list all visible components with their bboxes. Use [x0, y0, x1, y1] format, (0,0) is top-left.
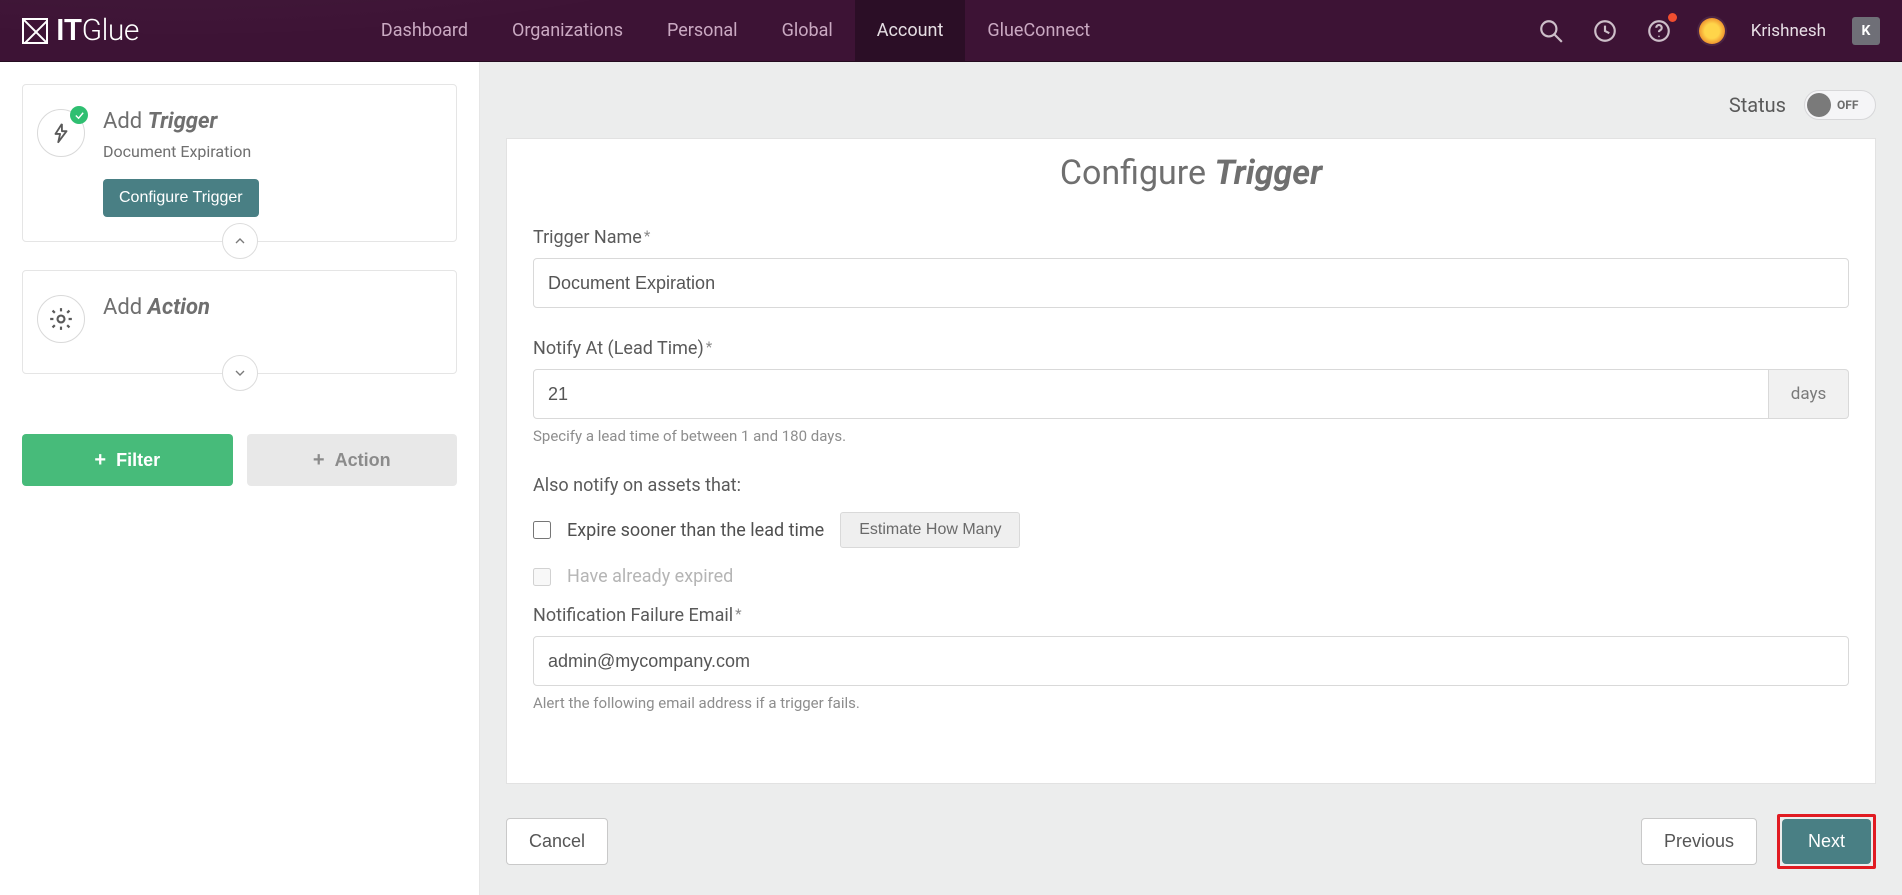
plus-icon: + — [313, 450, 325, 470]
status-toggle[interactable]: OFF — [1804, 90, 1876, 120]
lightning-icon — [50, 122, 72, 144]
trigger-name-input[interactable] — [533, 258, 1849, 308]
cancel-button[interactable]: Cancel — [506, 818, 608, 865]
trigger-step-title: Add Trigger — [103, 109, 434, 134]
nav-account[interactable]: Account — [855, 0, 966, 61]
add-filter-button[interactable]: + Filter — [22, 434, 233, 486]
action-step-title: Add Action — [103, 295, 434, 320]
action-step-card[interactable]: Add Action — [22, 270, 457, 374]
primary-nav: Dashboard Organizations Personal Global … — [359, 0, 1112, 61]
action-button-label: Action — [335, 450, 391, 471]
add-action-button: + Action — [247, 434, 458, 486]
panel-title: Configure Trigger — [533, 153, 1849, 193]
also-notify-label: Also notify on assets that: — [533, 475, 1849, 496]
collapse-trigger-icon[interactable] — [222, 223, 258, 259]
status-label: Status — [1729, 93, 1786, 117]
brand-name-b: Glue — [82, 13, 139, 48]
already-expired-checkbox — [533, 568, 551, 586]
trigger-step-icon-wrap — [37, 109, 85, 157]
footer-row: Cancel Previous Next — [506, 814, 1876, 869]
brand-name-a: IT — [56, 13, 82, 48]
already-expired-label: Have already expired — [567, 566, 733, 587]
workflow-sidebar: Add Trigger Document Expiration Configur… — [0, 62, 480, 895]
expire-sooner-checkbox[interactable] — [533, 521, 551, 539]
next-highlight: Next — [1777, 814, 1876, 869]
filter-button-label: Filter — [116, 450, 160, 471]
form-panel[interactable]: Configure Trigger Trigger Name Notify At… — [506, 138, 1876, 784]
plus-icon: + — [94, 450, 106, 470]
action-step-icon-wrap — [37, 295, 85, 343]
lead-time-unit: days — [1769, 369, 1849, 419]
status-row: Status OFF — [506, 90, 1876, 120]
nav-glueconnect[interactable]: GlueConnect — [965, 0, 1112, 61]
nav-global[interactable]: Global — [760, 0, 855, 61]
lead-time-label: Notify At (Lead Time) — [533, 338, 1849, 359]
nav-personal[interactable]: Personal — [645, 0, 760, 61]
expand-action-icon[interactable] — [222, 355, 258, 391]
search-icon[interactable] — [1537, 17, 1565, 45]
trigger-step-subtitle: Document Expiration — [103, 142, 434, 161]
lead-time-hint: Specify a lead time of between 1 and 180… — [533, 427, 1849, 445]
previous-button[interactable]: Previous — [1641, 818, 1757, 865]
topbar-right: Krishnesh K — [1537, 17, 1902, 45]
help-icon[interactable] — [1645, 17, 1673, 45]
gear-icon — [48, 306, 74, 332]
history-icon[interactable] — [1591, 17, 1619, 45]
toggle-label: OFF — [1837, 98, 1858, 112]
top-bar: ITGlue Dashboard Organizations Personal … — [0, 0, 1902, 62]
app-switcher-icon[interactable]: K — [1852, 17, 1880, 45]
fail-email-input[interactable] — [533, 636, 1849, 686]
brand-logo[interactable]: ITGlue — [22, 13, 139, 48]
nav-organizations[interactable]: Organizations — [490, 0, 645, 61]
content-area: Status OFF Configure Trigger Trigger Nam… — [480, 62, 1902, 895]
trigger-name-label: Trigger Name — [533, 227, 1849, 248]
next-button[interactable]: Next — [1782, 819, 1871, 864]
avatar[interactable] — [1699, 18, 1725, 44]
brand-mark-icon — [22, 18, 48, 44]
configure-trigger-button[interactable]: Configure Trigger — [103, 179, 259, 217]
trigger-step-card[interactable]: Add Trigger Document Expiration Configur… — [22, 84, 457, 242]
estimate-button[interactable]: Estimate How Many — [840, 512, 1020, 548]
step-complete-check-icon — [70, 106, 88, 124]
expire-sooner-label: Expire sooner than the lead time — [567, 520, 824, 541]
user-name[interactable]: Krishnesh — [1751, 21, 1826, 41]
toggle-knob-icon — [1807, 93, 1831, 117]
lead-time-input[interactable] — [533, 369, 1769, 419]
nav-dashboard[interactable]: Dashboard — [359, 0, 490, 61]
fail-email-hint: Alert the following email address if a t… — [533, 694, 1849, 712]
fail-email-label: Notification Failure Email — [533, 605, 1849, 626]
